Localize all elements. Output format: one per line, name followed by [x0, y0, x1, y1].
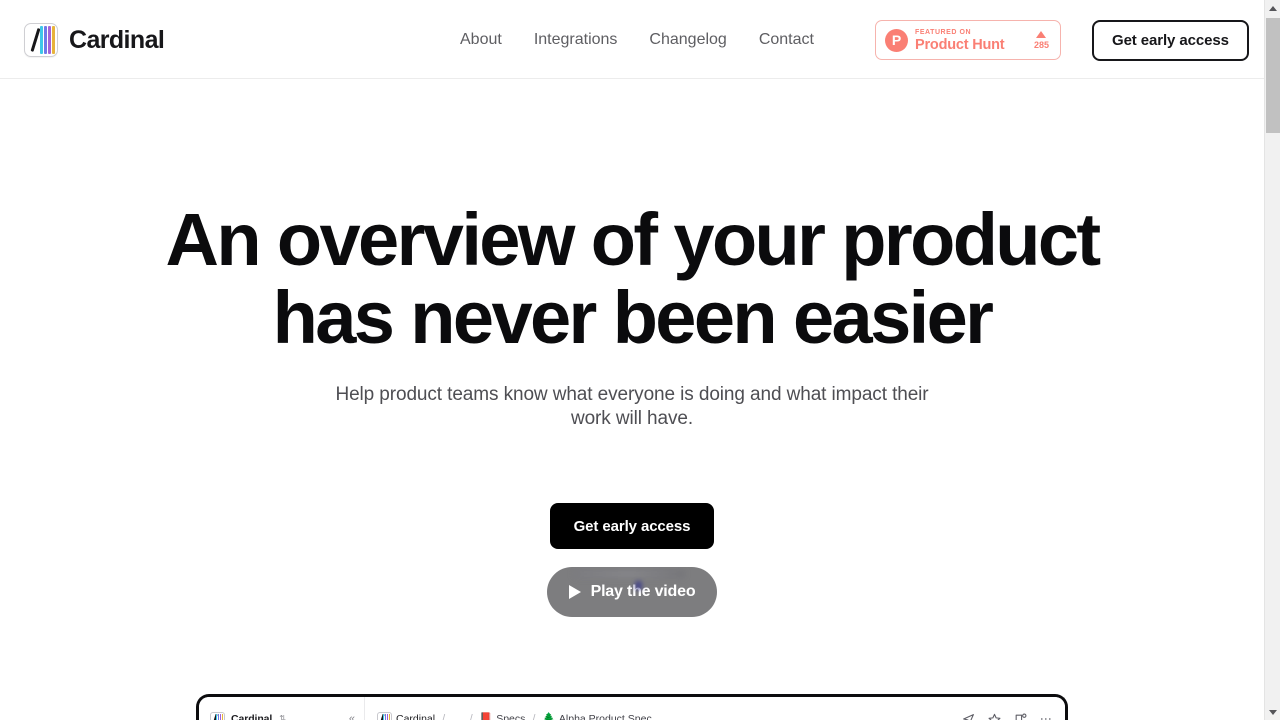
product-hunt-upvote-count: 285 [1033, 39, 1049, 50]
product-hunt-logo-icon: P [885, 28, 908, 52]
app-cardinal-mark-icon [210, 711, 225, 720]
star-icon[interactable] [988, 713, 1001, 720]
app-topbar: Cardinal ⇅ « Cardinal / … / 📕 Specs / 🌲 … [199, 697, 1065, 720]
nav-item-changelog[interactable]: Changelog [633, 28, 742, 52]
breadcrumb-alpha-product-spec-label: Alpha Product Spec [558, 712, 652, 720]
play-triangle-icon [568, 585, 581, 599]
vertical-scrollbar[interactable] [1264, 0, 1280, 720]
scroll-up-arrow-icon[interactable] [1265, 0, 1280, 16]
breadcrumb: Cardinal / … / 📕 Specs / 🌲 Alpha Product… [365, 711, 962, 720]
brand-name: Cardinal [69, 25, 165, 54]
product-hunt-featured-label: FEATURED ON [915, 28, 972, 36]
breadcrumb-separator: / [469, 712, 473, 720]
chevron-up-down-icon: ⇅ [279, 714, 286, 720]
specs-book-icon: 📕 [479, 713, 493, 720]
nav-item-contact[interactable]: Contact [743, 28, 830, 52]
product-hunt-upvotes[interactable]: 285 [1033, 30, 1051, 50]
product-hunt-text: FEATURED ON Product Hunt [915, 28, 1027, 53]
breadcrumb-separator: / [532, 712, 536, 720]
hero-get-early-access-button[interactable]: Get early access [550, 503, 714, 549]
caret-up-icon [1036, 30, 1047, 38]
nav-item-integrations[interactable]: Integrations [518, 28, 634, 52]
breadcrumb-ellipsis-label: … [452, 712, 463, 720]
comment-add-icon[interactable] [1014, 713, 1027, 720]
product-hunt-badge[interactable]: P FEATURED ON Product Hunt 285 [875, 20, 1061, 60]
more-options-icon[interactable]: ⋮ [1039, 713, 1053, 720]
breadcrumb-specs-label: Specs [496, 712, 526, 720]
evergreen-tree-icon: 🌲 [542, 713, 555, 720]
primary-nav: About Integrations Changelog Contact [460, 28, 830, 52]
hero-section: An overview of your product has never be… [0, 79, 1264, 617]
product-hunt-name: Product Hunt [915, 36, 1005, 53]
play-the-video-button[interactable]: Play the video [547, 567, 717, 617]
logo-color-bars [40, 26, 55, 54]
breadcrumb-alpha-product-spec[interactable]: 🌲 Alpha Product Spec [542, 714, 651, 720]
share-icon[interactable] [962, 713, 975, 720]
hero-cta-group: Get early access Play the video [0, 503, 1264, 617]
app-topbar-actions: ⋮ [962, 713, 1065, 720]
hero-subtitle: Help product teams know what everyone is… [335, 384, 929, 429]
nav-item-about[interactable]: About [460, 28, 518, 52]
header-get-early-access-button[interactable]: Get early access [1092, 20, 1249, 61]
play-video-label: Play the video [590, 583, 696, 600]
browser-page: Cardinal About Integrations Changelog Co… [0, 0, 1280, 720]
page-title: An overview of your product has never be… [165, 198, 1101, 359]
cardinal-slash-mark-icon [24, 23, 58, 57]
breadcrumb-separator: / [442, 712, 446, 720]
scrollbar-thumb[interactable] [1266, 18, 1280, 133]
app-workspace-name: Cardinal [231, 712, 273, 720]
app-workspace-switcher[interactable]: Cardinal ⇅ « [199, 697, 365, 720]
page-viewport: Cardinal About Integrations Changelog Co… [0, 0, 1264, 720]
breadcrumb-cardinal[interactable]: Cardinal [377, 711, 436, 720]
chevrons-left-icon[interactable]: « [349, 713, 355, 720]
site-header: Cardinal About Integrations Changelog Co… [0, 0, 1264, 79]
breadcrumb-cardinal-icon [377, 711, 392, 720]
scroll-down-arrow-icon[interactable] [1265, 704, 1280, 720]
breadcrumb-specs[interactable]: 📕 Specs [480, 714, 526, 720]
app-preview-frame: Cardinal ⇅ « Cardinal / … / 📕 Specs / 🌲 … [196, 694, 1068, 720]
brand-logo-link[interactable]: Cardinal [24, 23, 165, 57]
breadcrumb-cardinal-label: Cardinal [396, 712, 436, 720]
breadcrumb-ellipsis[interactable]: … [452, 714, 463, 720]
